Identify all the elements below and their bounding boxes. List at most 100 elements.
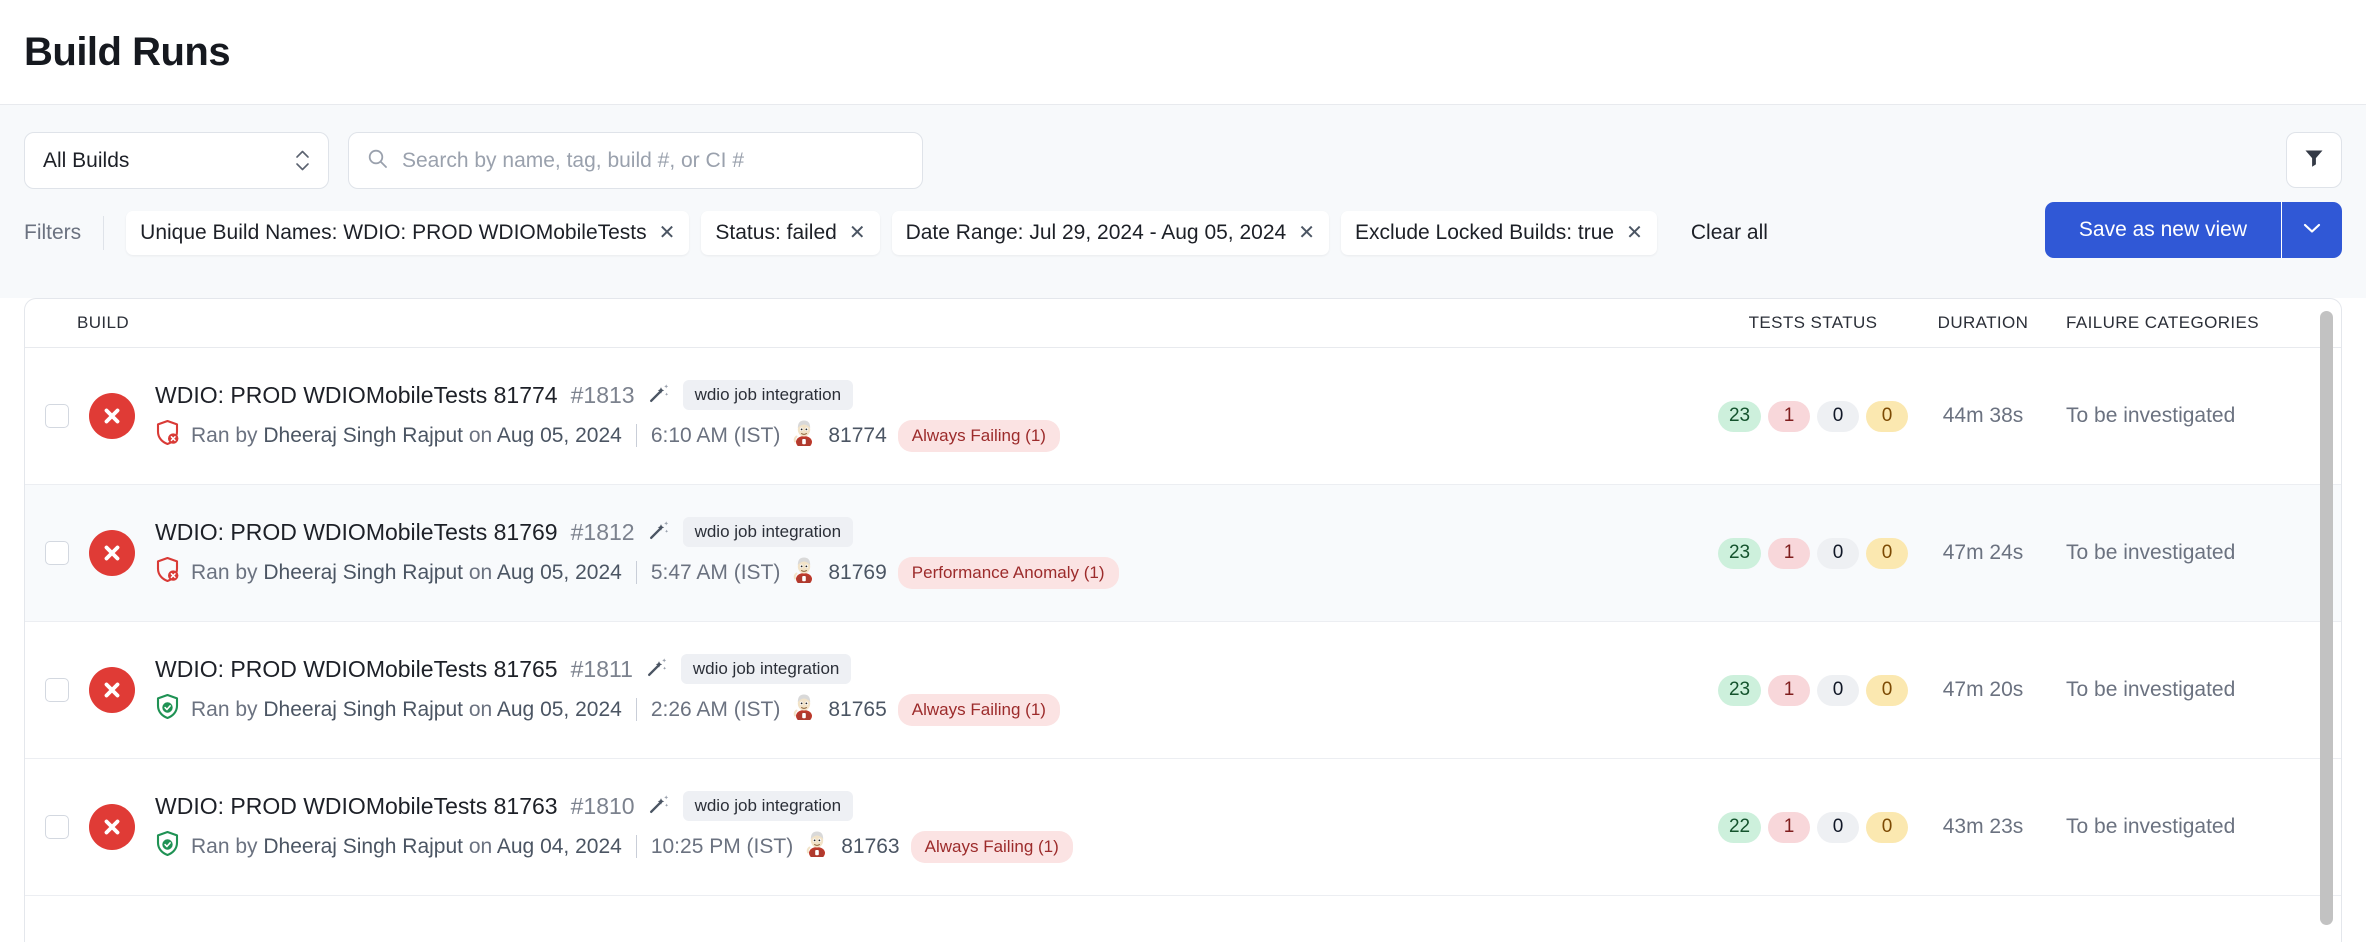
build-title-line: WDIO: PROD WDIOMobileTests 81765 #1811 w… (155, 654, 1718, 684)
build-title-line: WDIO: PROD WDIOMobileTests 81774 #1813 w… (155, 380, 1718, 410)
build-number: #1812 (571, 519, 635, 546)
filter-toggle-button[interactable] (2286, 132, 2342, 188)
toolbar-zone: All Builds Filters (0, 105, 2366, 298)
failure-category-value[interactable]: To be investigated (2058, 404, 2303, 428)
builds-filter-select[interactable]: All Builds (24, 132, 329, 189)
build-name-link[interactable]: WDIO: PROD WDIOMobileTests 81774 (155, 382, 558, 409)
ran-by-text: Ran by Dheeraj Singh Rajput on Aug 05, 2… (191, 698, 622, 722)
failure-category-pill[interactable]: Always Failing (1) (898, 694, 1060, 726)
column-header-tests-status: TESTS STATUS (1718, 313, 1908, 333)
failure-category-pill[interactable]: Always Failing (1) (911, 831, 1073, 863)
ran-by-text: Ran by Dheeraj Singh Rajput on Aug 05, 2… (191, 561, 622, 585)
tests-status-pill-pass: 23 (1718, 675, 1761, 706)
row-select-checkbox[interactable] (45, 404, 69, 428)
failure-category-pill[interactable]: Always Failing (1) (898, 420, 1060, 452)
meta-separator (636, 835, 637, 858)
table-body: WDIO: PROD WDIOMobileTests 81774 #1813 w… (25, 348, 2341, 896)
failure-category-value[interactable]: To be investigated (2058, 815, 2303, 839)
build-name-link[interactable]: WDIO: PROD WDIOMobileTests 81763 (155, 793, 558, 820)
table-row[interactable]: WDIO: PROD WDIOMobileTests 81765 #1811 w… (25, 622, 2341, 759)
build-name-link[interactable]: WDIO: PROD WDIOMobileTests 81765 (155, 656, 558, 683)
build-info-column: WDIO: PROD WDIOMobileTests 81774 #1813 w… (155, 380, 1718, 452)
table-row[interactable]: WDIO: PROD WDIOMobileTests 81763 #1810 w… (25, 759, 2341, 896)
filter-chip-label: Date Range: Jul 29, 2024 - Aug 05, 2024 (906, 221, 1287, 245)
chevron-down-icon (2302, 221, 2322, 239)
shield-failed-icon (155, 419, 180, 452)
close-icon[interactable]: ✕ (849, 223, 866, 243)
failure-category-value[interactable]: To be investigated (2058, 541, 2303, 565)
build-info-column: WDIO: PROD WDIOMobileTests 81765 #1811 w… (155, 654, 1718, 726)
duration-value: 47m 24s (1908, 541, 2058, 565)
search-input[interactable] (402, 149, 904, 173)
meta-separator (636, 424, 637, 447)
save-as-new-view-dropdown-button[interactable] (2282, 202, 2342, 258)
column-header-build: BUILD (77, 313, 1718, 333)
ci-number: 81763 (841, 835, 899, 859)
row-select-checkbox[interactable] (45, 541, 69, 565)
filters-label: Filters (24, 216, 104, 250)
ran-by-text: Ran by Dheeraj Singh Rajput on Aug 04, 2… (191, 835, 622, 859)
shield-passed-icon (155, 830, 180, 863)
close-icon[interactable]: ✕ (659, 223, 676, 243)
build-number: #1810 (571, 793, 635, 820)
filter-chip-label: Exclude Locked Builds: true (1355, 221, 1614, 245)
magic-wand-icon[interactable] (648, 382, 670, 409)
column-header-failure-categories: FAILURE CATEGORIES (2058, 313, 2303, 333)
magic-wand-icon[interactable] (648, 519, 670, 546)
build-time: 10:25 PM (IST) (651, 835, 793, 859)
tests-status-pill-skip: 0 (1817, 812, 1859, 843)
ci-number: 81769 (828, 561, 886, 585)
magic-wand-icon[interactable] (648, 793, 670, 820)
search-icon (367, 148, 388, 174)
failure-category-pill[interactable]: Performance Anomaly (1) (898, 557, 1119, 589)
build-number: #1811 (571, 656, 633, 683)
failure-category-value[interactable]: To be investigated (2058, 678, 2303, 702)
tests-status-pill-pass: 23 (1718, 538, 1761, 569)
filter-chip-label: Status: failed (715, 221, 836, 245)
duration-value: 44m 38s (1908, 404, 2058, 428)
ci-number: 81765 (828, 698, 886, 722)
filter-chip-date-range[interactable]: Date Range: Jul 29, 2024 - Aug 05, 2024 … (892, 211, 1329, 255)
magic-wand-icon[interactable] (646, 656, 668, 683)
filter-chip-unique-build-names[interactable]: Unique Build Names: WDIO: PROD WDIOMobil… (126, 211, 689, 255)
build-tag[interactable]: wdio job integration (683, 791, 853, 821)
ci-number: 81774 (828, 424, 886, 448)
tests-status-pill-other: 0 (1866, 812, 1908, 843)
build-info-column: WDIO: PROD WDIOMobileTests 81769 #1812 w… (155, 517, 1718, 589)
build-tag[interactable]: wdio job integration (683, 380, 853, 410)
build-title-line: WDIO: PROD WDIOMobileTests 81763 #1810 w… (155, 791, 1718, 821)
build-tag[interactable]: wdio job integration (683, 517, 853, 547)
table-row[interactable]: WDIO: PROD WDIOMobileTests 81769 #1812 w… (25, 485, 2341, 622)
save-as-new-view-group: Save as new view (2045, 202, 2342, 258)
tests-status-pill-skip: 0 (1817, 538, 1859, 569)
tests-status-pill-other: 0 (1866, 401, 1908, 432)
row-select-checkbox[interactable] (45, 678, 69, 702)
funnel-icon (2303, 147, 2325, 174)
close-icon[interactable]: ✕ (1298, 223, 1315, 243)
failed-circle-icon (89, 667, 135, 713)
tests-status-pill-pass: 22 (1718, 812, 1761, 843)
filter-chip-exclude-locked-builds[interactable]: Exclude Locked Builds: true ✕ (1341, 211, 1657, 255)
shield-passed-icon (155, 693, 180, 726)
build-title-line: WDIO: PROD WDIOMobileTests 81769 #1812 w… (155, 517, 1718, 547)
build-tag[interactable]: wdio job integration (681, 654, 851, 684)
filter-chip-status[interactable]: Status: failed ✕ (701, 211, 879, 255)
close-icon[interactable]: ✕ (1626, 223, 1643, 243)
build-runs-table: BUILD TESTS STATUS DURATION FAILURE CATE… (24, 298, 2342, 942)
clear-all-filters-button[interactable]: Clear all (1691, 221, 1768, 245)
save-as-new-view-button[interactable]: Save as new view (2045, 202, 2282, 258)
meta-separator (636, 698, 637, 721)
duration-value: 43m 23s (1908, 815, 2058, 839)
page-header: Build Runs (0, 0, 2366, 105)
table-row[interactable]: WDIO: PROD WDIOMobileTests 81774 #1813 w… (25, 348, 2341, 485)
build-meta-line: Ran by Dheeraj Singh Rajput on Aug 05, 2… (155, 419, 1718, 452)
table-scrollbar[interactable] (2318, 307, 2335, 942)
row-select-checkbox[interactable] (45, 815, 69, 839)
shield-failed-icon (155, 556, 180, 589)
table-scrollbar-thumb[interactable] (2320, 311, 2333, 925)
search-box[interactable] (348, 132, 923, 189)
tests-status-pill-fail: 1 (1768, 812, 1810, 843)
build-name-link[interactable]: WDIO: PROD WDIOMobileTests 81769 (155, 519, 558, 546)
tests-status-pill-pass: 23 (1718, 401, 1761, 432)
tests-status-pill-other: 0 (1866, 538, 1908, 569)
